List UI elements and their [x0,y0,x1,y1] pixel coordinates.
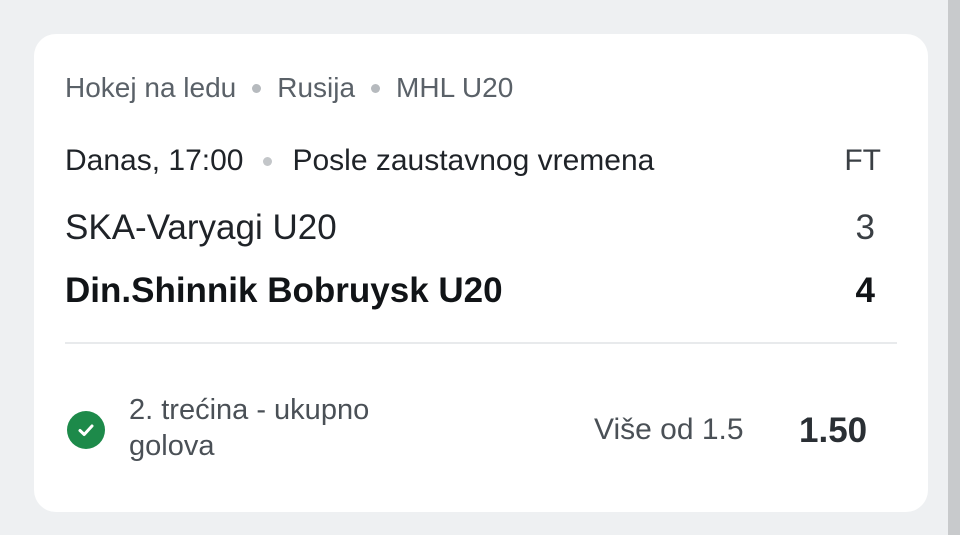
check-circle-icon [67,411,105,449]
away-team-score: 4 [855,271,875,310]
match-time-row: Danas, 17:00 Posle zaustavnog vremena FT [65,144,881,178]
divider [65,342,897,344]
breadcrumb: Hokej na ledu Rusija MHL U20 [65,72,513,104]
home-team-row: SKA-Varyagi U20 3 [65,208,875,248]
scrollbar[interactable] [948,0,960,535]
home-team-name: SKA-Varyagi U20 [65,208,337,247]
match-status-code: FT [844,144,881,177]
screen: Hokej na ledu Rusija MHL U20 Danas, 17:0… [0,0,960,535]
match-bet-card[interactable]: Hokej na ledu Rusija MHL U20 Danas, 17:0… [34,34,928,512]
scrollbar-thumb[interactable] [948,0,960,535]
separator-dot [252,83,262,93]
home-team-score: 3 [855,208,875,247]
away-team-row: Din.Shinnik Bobruysk U20 4 [65,271,875,311]
separator-dot [371,83,381,93]
match-status-text: Posle zaustavnog vremena [292,144,655,177]
match-time: Danas, 17:00 [65,144,244,177]
bet-odds: 1.50 [799,411,868,450]
bet-selection: Više od 1.5 [594,413,744,446]
bet-market: 2. trećina - ukupno golova [129,394,370,462]
separator-dot [263,156,273,166]
away-team-name: Din.Shinnik Bobruysk U20 [65,271,503,310]
breadcrumb-sport: Hokej na ledu [65,72,237,103]
breadcrumb-country: Rusija [277,72,356,103]
breadcrumb-league: MHL U20 [396,72,514,103]
